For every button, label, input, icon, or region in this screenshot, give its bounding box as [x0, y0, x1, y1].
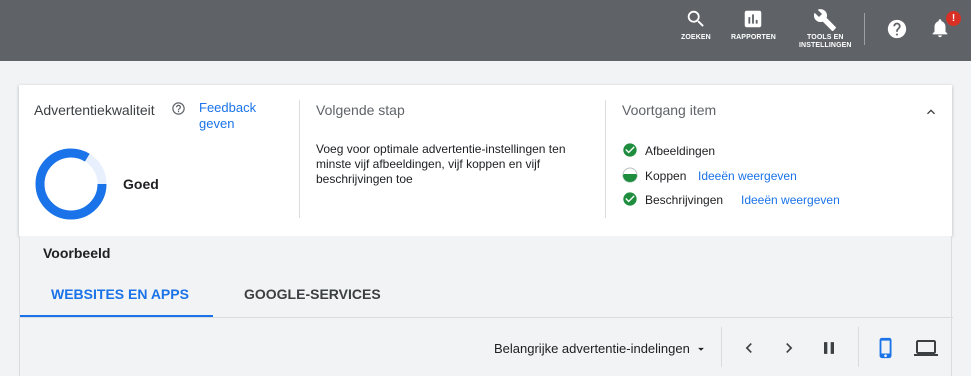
search-icon: [687, 10, 704, 27]
feedback-link[interactable]: Feedback geven: [199, 100, 256, 132]
tab-google-services[interactable]: GOOGLE-SERVICES: [244, 286, 381, 302]
feedback-line2: geven: [199, 116, 235, 131]
help-outline-icon[interactable]: [171, 101, 186, 116]
help-button[interactable]: [886, 18, 908, 40]
collapse-chevron-icon[interactable]: [923, 104, 939, 120]
next-step-line1: Voeg voor optimale advertentie-instellin…: [316, 142, 566, 156]
toolbar-divider: [721, 327, 722, 367]
quality-donut-chart: [35, 148, 107, 220]
chevron-right-icon[interactable]: [779, 338, 799, 358]
show-ideas-link[interactable]: Ideeën weergeven: [741, 193, 840, 207]
wrench-icon: [814, 9, 837, 31]
laptop-icon[interactable]: [913, 336, 939, 360]
dropdown-arrow-icon: [697, 347, 704, 351]
next-step-line2: minste vijf afbeeldingen, vijf koppen en…: [316, 157, 541, 171]
tools-label-line1: TOOLS EN: [807, 34, 844, 41]
tab-websites-apps[interactable]: WEBSITES EN APPS: [51, 286, 189, 302]
search-label: ZOEKEN: [681, 34, 711, 41]
ad-quality-title: Advertentiekwaliteit: [34, 102, 155, 118]
toolbar-divider: [858, 327, 859, 367]
chevron-left-icon[interactable]: [739, 338, 759, 358]
next-step-line3: beschrijvingen toe: [316, 172, 413, 186]
reports-label: RAPPORTEN: [731, 34, 776, 41]
next-step-title: Volgende stap: [316, 102, 405, 118]
next-step-text: Voeg voor optimale advertentie-instellin…: [316, 142, 566, 187]
ad-format-select-value: Belangrijke advertentie-indelingen: [494, 341, 690, 356]
topbar-divider: [864, 13, 865, 45]
top-navigation-bar: ZOEKEN RAPPORTEN TOOLS EN INSTELLINGEN !: [0, 0, 971, 61]
tools-label-line2: INSTELLINGEN: [799, 42, 852, 49]
column-divider: [299, 100, 300, 218]
column-divider: [605, 100, 606, 218]
reports-button[interactable]: RAPPORTEN: [731, 8, 776, 42]
progress-item-label: Beschrijvingen: [645, 193, 724, 207]
ad-format-select[interactable]: Belangrijke advertentie-indelingen: [494, 341, 708, 356]
preview-panel: Voorbeeld WEBSITES EN APPS GOOGLE-SERVIC…: [19, 236, 953, 376]
pause-icon[interactable]: [819, 338, 839, 358]
progress-title: Voortgang item: [622, 102, 717, 118]
tools-settings-button[interactable]: TOOLS EN INSTELLINGEN: [799, 8, 852, 50]
feedback-line1: Feedback: [199, 100, 257, 115]
show-ideas-link[interactable]: Ideeën weergeven: [698, 169, 797, 183]
partial-progress-icon: [622, 167, 638, 183]
quality-rating: Goed: [123, 176, 159, 192]
progress-item-label: Koppen: [645, 169, 687, 183]
bar-chart-icon: [745, 10, 762, 28]
notification-badge: !: [946, 11, 961, 26]
tabs-divider: [20, 317, 953, 318]
search-button[interactable]: ZOEKEN: [681, 8, 711, 42]
preview-title: Voorbeeld: [43, 245, 111, 261]
ad-quality-card: Advertentiekwaliteit Feedback geven Goed…: [19, 85, 952, 236]
progress-item-label: Afbeeldingen: [645, 144, 716, 158]
check-circle-icon: [623, 143, 637, 157]
mobile-device-icon[interactable]: [875, 336, 897, 360]
help-icon: [887, 19, 907, 39]
check-circle-icon: [623, 192, 637, 206]
